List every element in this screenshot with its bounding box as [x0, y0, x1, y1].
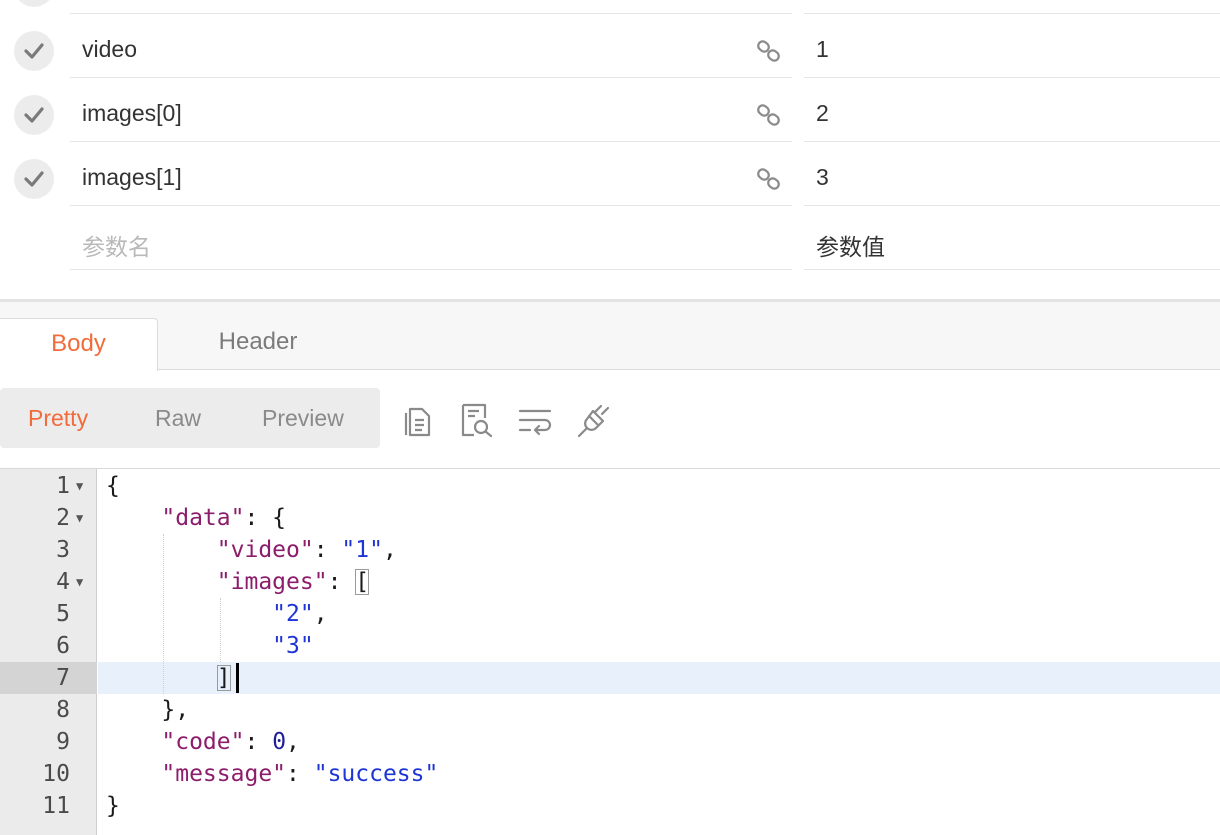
json-string: "success"	[313, 761, 439, 787]
line-number: 11	[42, 793, 70, 819]
wrap-lines-icon[interactable]	[518, 402, 552, 438]
line-number: 9	[56, 729, 70, 755]
link-off-icon[interactable]	[576, 402, 610, 438]
param-key-input[interactable]: 参数名	[70, 206, 792, 270]
params-row-new: 参数名 参数值	[0, 206, 1220, 270]
param-value-cell[interactable]	[804, 0, 1220, 14]
json-string: "2"	[272, 601, 314, 627]
json-key: "data"	[161, 505, 245, 531]
code-line: "code": 0,	[161, 729, 300, 755]
response-body-editor[interactable]: 1 ▼ 2 ▼ 3 4 ▼ 5 6 7 8 9 10 11 { "data": …	[0, 468, 1220, 835]
param-key-cell[interactable]: images[1]	[70, 142, 792, 206]
param-key-text: video	[82, 36, 137, 62]
row-enable-checkbox[interactable]	[14, 31, 54, 71]
fold-toggle-icon[interactable]: ▼	[76, 470, 88, 502]
code-line: {	[106, 473, 120, 499]
param-key-cell[interactable]	[70, 0, 792, 14]
param-value-text: 3	[816, 164, 829, 190]
line-number: 5	[56, 601, 70, 627]
params-row-partial	[0, 0, 1220, 14]
line-number: 10	[42, 761, 70, 787]
code-line: "3"	[106, 630, 314, 662]
row-enable-checkbox[interactable]	[14, 159, 54, 199]
params-row: video 1	[0, 14, 1220, 78]
param-key-text: images[1]	[82, 164, 182, 190]
param-key-text: images[0]	[82, 100, 182, 126]
link-icon[interactable]	[756, 166, 782, 192]
code-line: },	[106, 697, 190, 723]
params-table: video 1 images[0] 2 images[1] 3 参数名 参数值	[0, 0, 1220, 300]
line-number: 3	[56, 537, 70, 563]
active-line-highlight	[98, 662, 1220, 694]
checkmark-icon	[24, 107, 44, 123]
format-pretty-button[interactable]: Pretty	[28, 405, 88, 432]
params-row: images[1] 3	[0, 142, 1220, 206]
code-line: "video": "1",	[216, 537, 397, 563]
param-value-text: 1	[816, 36, 829, 62]
format-raw-button[interactable]: Raw	[155, 405, 201, 432]
json-string: "3"	[272, 633, 314, 659]
json-string: "1"	[341, 537, 383, 563]
params-row: images[0] 2	[0, 78, 1220, 142]
text-cursor	[236, 663, 239, 693]
code-line: }	[106, 793, 120, 819]
matched-bracket: ]	[216, 665, 231, 691]
format-preview-button[interactable]: Preview	[262, 405, 344, 432]
json-key: "video"	[216, 537, 314, 563]
line-number: 7	[56, 665, 70, 691]
json-key: "images"	[216, 569, 328, 595]
fold-toggle-icon[interactable]: ▼	[76, 502, 88, 534]
line-number: 1	[56, 473, 70, 499]
link-icon[interactable]	[756, 38, 782, 64]
param-value-cell[interactable]: 2	[804, 78, 1220, 142]
param-value-input[interactable]: 参数值	[804, 206, 1220, 270]
link-icon[interactable]	[756, 102, 782, 128]
code-line: "message": "success"	[161, 761, 439, 787]
format-toggle-group: Pretty Raw Preview	[0, 388, 380, 448]
checkmark-icon	[24, 43, 44, 59]
checkmark-icon	[24, 171, 44, 187]
param-key-cell[interactable]: images[0]	[70, 78, 792, 142]
param-value-cell[interactable]: 1	[804, 14, 1220, 78]
line-number: 4	[56, 569, 70, 595]
param-key-placeholder: 参数名	[82, 234, 151, 260]
row-enable-checkbox[interactable]	[14, 95, 54, 135]
code-line: "images": [	[216, 569, 370, 595]
param-value-placeholder: 参数值	[816, 234, 885, 260]
copy-icon[interactable]	[402, 402, 436, 438]
line-number: 6	[56, 633, 70, 659]
line-number: 2	[56, 505, 70, 531]
code-line: "2",	[272, 601, 328, 627]
param-value-cell[interactable]: 3	[804, 142, 1220, 206]
search-icon[interactable]	[460, 402, 494, 438]
code-line: ]	[106, 662, 231, 694]
code-line: "data": {	[161, 505, 287, 531]
response-tabs: Body Header	[0, 302, 1220, 371]
json-number: 0	[272, 729, 287, 755]
matched-bracket: [	[355, 569, 370, 595]
param-value-text: 2	[816, 100, 829, 126]
line-number: 8	[56, 697, 70, 723]
tab-body[interactable]: Body	[0, 318, 158, 371]
fold-toggle-icon[interactable]: ▼	[76, 566, 88, 598]
param-key-cell[interactable]: video	[70, 14, 792, 78]
json-key: "code"	[161, 729, 245, 755]
row-enable-checkbox[interactable]	[14, 0, 54, 7]
json-key: "message"	[161, 761, 287, 787]
tab-header[interactable]: Header	[178, 318, 338, 371]
